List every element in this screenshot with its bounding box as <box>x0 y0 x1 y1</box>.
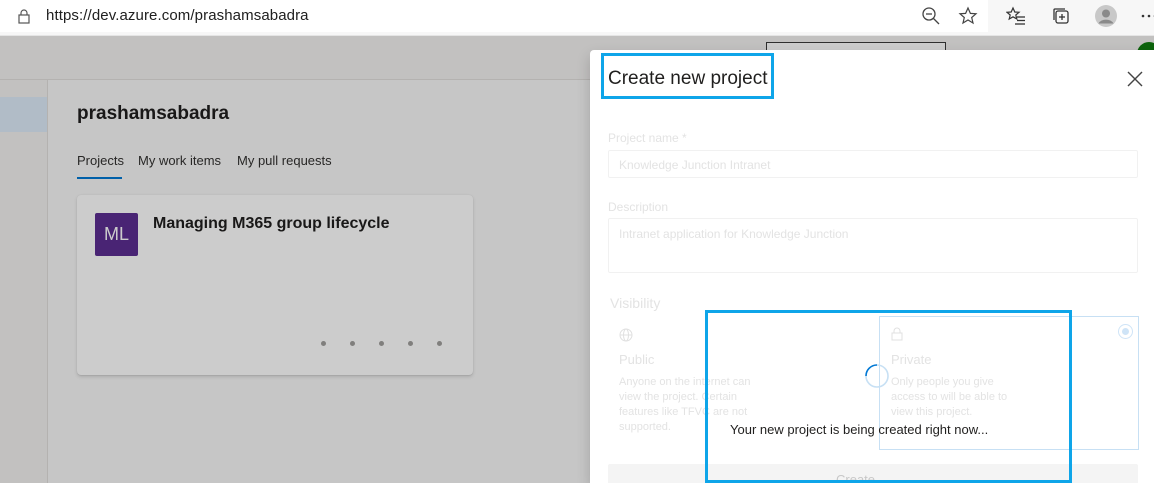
close-icon[interactable] <box>1126 70 1144 88</box>
description-field[interactable]: Intranet application for Knowledge Junct… <box>608 218 1138 273</box>
project-name-label: Project name * <box>608 131 687 145</box>
globe-icon <box>619 328 633 342</box>
progress-message: Your new project is being created right … <box>730 422 989 437</box>
progress-highlight-box <box>705 310 1072 483</box>
create-project-panel: Create new project Project name * Knowle… <box>590 50 1154 483</box>
description-value: Intranet application for Knowledge Junct… <box>619 227 849 241</box>
profile-icon[interactable] <box>1094 4 1118 28</box>
project-name-field[interactable]: Knowledge Junction Intranet <box>608 150 1138 178</box>
more-icon[interactable] <box>1139 6 1154 26</box>
panel-title: Create new project <box>608 68 768 89</box>
lock-icon <box>18 9 30 24</box>
radio-selected-dot <box>1122 328 1129 335</box>
description-label: Description <box>608 200 669 214</box>
private-radio[interactable] <box>1118 324 1133 339</box>
collections-icon[interactable] <box>1051 6 1071 26</box>
favorites-list-icon[interactable] <box>1006 6 1026 26</box>
address-bar[interactable]: https://dev.azure.com/prashamsabadra <box>0 0 988 32</box>
url-text[interactable]: https://dev.azure.com/prashamsabadra <box>46 7 309 24</box>
favorite-star-icon[interactable] <box>958 6 978 26</box>
loading-spinner-icon <box>865 364 889 388</box>
browser-toolbar: https://dev.azure.com/prashamsabadra <box>0 0 1154 36</box>
visibility-label: Visibility <box>610 295 661 311</box>
public-option-title: Public <box>619 352 655 367</box>
zoom-out-icon[interactable] <box>921 6 941 26</box>
project-name-value: Knowledge Junction Intranet <box>619 158 771 172</box>
